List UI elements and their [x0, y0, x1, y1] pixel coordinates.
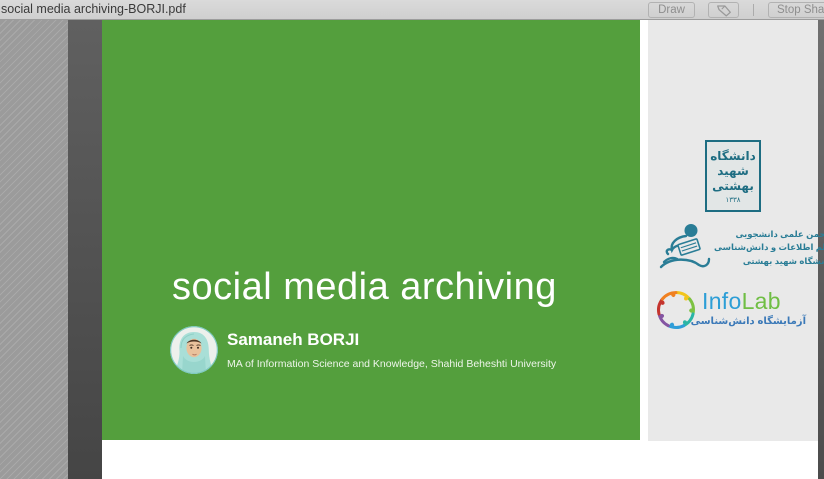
stop-share-button[interactable]: Stop Sha	[768, 2, 824, 18]
sbu-seal-year: ۱۳۳۸	[725, 196, 740, 204]
shared-screen: social media archiving-BORJI.pdf Draw St…	[0, 0, 824, 479]
title-slide: social media archiving	[102, 20, 818, 440]
student-association-logo: انجمن علمی دانشجویی علم اطلاعات و دانش‌ش…	[656, 220, 812, 276]
infolab-word-info: Info	[702, 288, 742, 314]
sbu-seal-calligraphy: دانشگاه شهید بهشتی	[709, 149, 757, 194]
association-line2: علم اطلاعات و دانش‌شناسی	[714, 241, 824, 254]
left-panel-edge	[68, 20, 102, 479]
author-name: Samaneh BORJI	[227, 330, 359, 350]
draw-button[interactable]: Draw	[648, 2, 695, 18]
document-title: social media archiving-BORJI.pdf	[1, 2, 186, 16]
author-avatar	[170, 326, 218, 374]
infolab-word-lab: Lab	[742, 288, 781, 314]
title-bar: social media archiving-BORJI.pdf Draw St…	[0, 0, 824, 20]
association-line3: دانشگاه شهید بهشتی	[714, 255, 824, 268]
infolab-subtitle: آزمایشگاه دانش‌شناسی	[702, 316, 806, 327]
slide-divider-stripe	[640, 20, 648, 440]
slide-title: social media archiving	[172, 266, 632, 309]
infolab-logo: InfoLab آزمایشگاه دانش‌شناسی	[652, 286, 814, 336]
slide-main-area: social media archiving	[102, 20, 640, 440]
association-line1: انجمن علمی دانشجویی	[714, 228, 824, 241]
association-logo-text: انجمن علمی دانشجویی علم اطلاعات و دانش‌ش…	[714, 228, 824, 268]
pdf-page: social media archiving	[102, 20, 818, 479]
pen-annotate-button[interactable]	[708, 2, 739, 18]
toolbar-divider	[753, 4, 754, 16]
association-reader-figure-icon	[656, 221, 714, 275]
infolab-wordmark: InfoLab	[702, 288, 781, 315]
slide-logo-panel: دانشگاه شهید بهشتی ۱۳۳۸	[648, 20, 818, 441]
pen-icon	[709, 4, 738, 17]
left-hatched-backdrop	[0, 20, 68, 479]
author-affiliation: MA of Information Science and Knowledge,…	[227, 358, 556, 370]
sbu-university-seal-logo: دانشگاه شهید بهشتی ۱۳۳۸	[705, 140, 761, 212]
